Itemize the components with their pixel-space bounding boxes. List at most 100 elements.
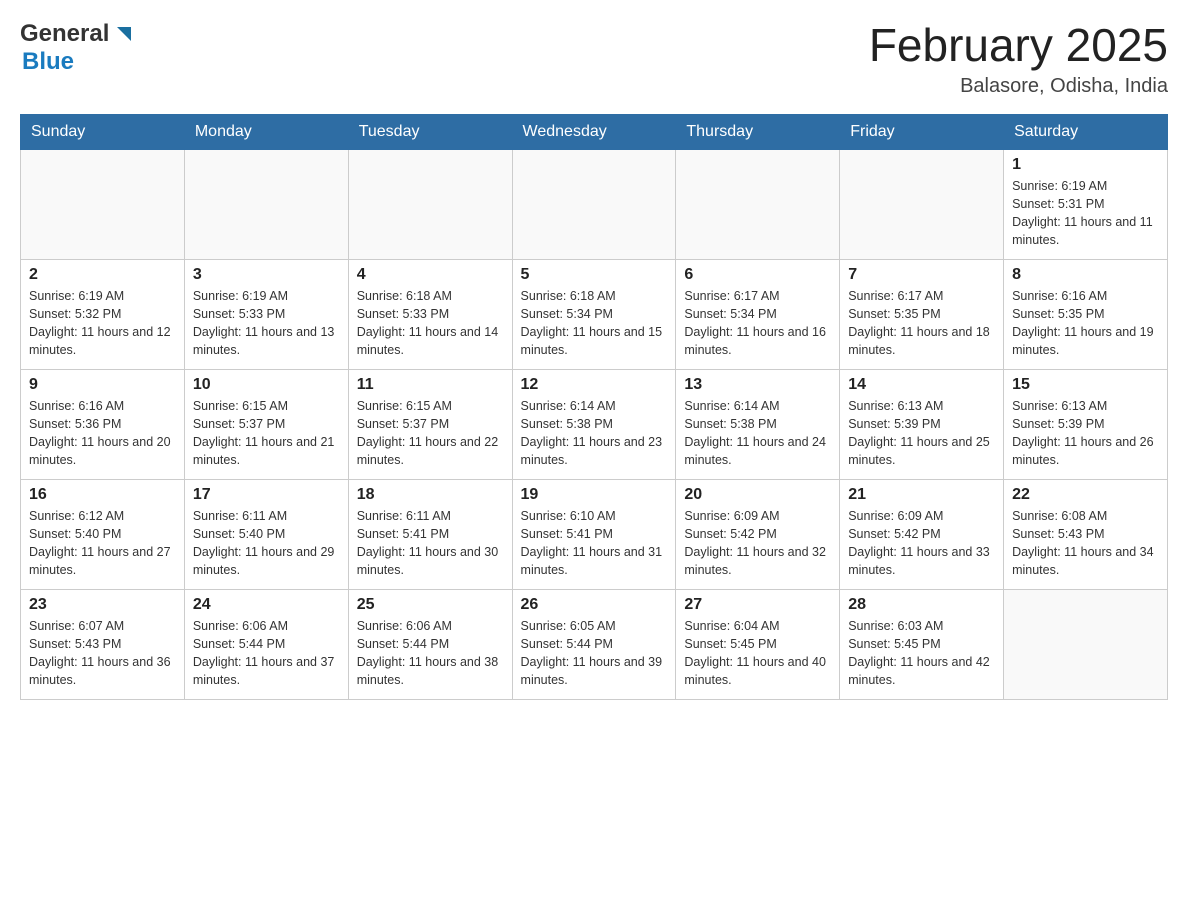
calendar-cell	[1004, 589, 1168, 699]
day-info: Sunrise: 6:17 AM Sunset: 5:35 PM Dayligh…	[848, 287, 995, 360]
day-number: 2	[29, 266, 176, 284]
calendar-cell	[840, 149, 1004, 259]
calendar-cell: 2 Sunrise: 6:19 AM Sunset: 5:32 PM Daylig…	[21, 259, 185, 369]
calendar-cell: 5Sunrise: 6:18 AM Sunset: 5:34 PM Daylig…	[512, 259, 676, 369]
day-number: 1	[1012, 156, 1159, 174]
calendar-header-wednesday: Wednesday	[512, 114, 676, 149]
day-info: Sunrise: 6:09 AM Sunset: 5:42 PM Dayligh…	[848, 507, 995, 580]
calendar-cell: 13 Sunrise: 6:14 AM Sunset: 5:38 PM Dayli…	[676, 369, 840, 479]
calendar-cell: 25Sunrise: 6:06 AM Sunset: 5:44 PM Dayli…	[348, 589, 512, 699]
day-number: 16	[29, 486, 176, 504]
calendar-cell: 11Sunrise: 6:15 AM Sunset: 5:37 PM Dayli…	[348, 369, 512, 479]
day-number: 23	[29, 596, 176, 614]
day-info: Sunrise: 6:19 AM Sunset: 5:33 PM Dayligh…	[193, 287, 340, 360]
calendar-cell: 24Sunrise: 6:06 AM Sunset: 5:44 PM Dayli…	[184, 589, 348, 699]
title-area: February 2025 Balasore, Odisha, India	[869, 20, 1168, 98]
logo-icon	[113, 23, 135, 45]
day-info: Sunrise: 6:15 AM Sunset: 5:37 PM Dayligh…	[193, 397, 340, 470]
day-number: 25	[357, 596, 504, 614]
calendar-cell: 16 Sunrise: 6:12 AM Sunset: 5:40 PM Dayli…	[21, 479, 185, 589]
calendar-cell: 9 Sunrise: 6:16 AM Sunset: 5:36 PM Daylig…	[21, 369, 185, 479]
calendar-week-3: 9 Sunrise: 6:16 AM Sunset: 5:36 PM Daylig…	[21, 369, 1168, 479]
day-number: 17	[193, 486, 340, 504]
calendar-cell: 18Sunrise: 6:11 AM Sunset: 5:41 PM Dayli…	[348, 479, 512, 589]
calendar-cell: 6 Sunrise: 6:17 AM Sunset: 5:34 PM Daylig…	[676, 259, 840, 369]
day-info: Sunrise: 6:19 AM Sunset: 5:32 PM Dayligh…	[29, 287, 176, 360]
day-info: Sunrise: 6:07 AM Sunset: 5:43 PM Dayligh…	[29, 617, 176, 690]
calendar-cell	[348, 149, 512, 259]
day-number: 6	[684, 266, 831, 284]
day-info: Sunrise: 6:09 AM Sunset: 5:42 PM Dayligh…	[684, 507, 831, 580]
calendar-cell: 17 Sunrise: 6:11 AM Sunset: 5:40 PM Dayli…	[184, 479, 348, 589]
day-number: 19	[521, 486, 668, 504]
day-number: 27	[684, 596, 831, 614]
day-info: Sunrise: 6:16 AM Sunset: 5:36 PM Dayligh…	[29, 397, 176, 470]
calendar-cell: 21 Sunrise: 6:09 AM Sunset: 5:42 PM Dayli…	[840, 479, 1004, 589]
calendar-cell: 3 Sunrise: 6:19 AM Sunset: 5:33 PM Daylig…	[184, 259, 348, 369]
calendar-week-2: 2 Sunrise: 6:19 AM Sunset: 5:32 PM Daylig…	[21, 259, 1168, 369]
day-info: Sunrise: 6:16 AM Sunset: 5:35 PM Dayligh…	[1012, 287, 1159, 360]
calendar-cell: 4 Sunrise: 6:18 AM Sunset: 5:33 PM Daylig…	[348, 259, 512, 369]
day-info: Sunrise: 6:13 AM Sunset: 5:39 PM Dayligh…	[848, 397, 995, 470]
day-info: Sunrise: 6:19 AM Sunset: 5:31 PM Dayligh…	[1012, 177, 1159, 250]
day-number: 3	[193, 266, 340, 284]
day-number: 22	[1012, 486, 1159, 504]
calendar-header-friday: Friday	[840, 114, 1004, 149]
day-info: Sunrise: 6:12 AM Sunset: 5:40 PM Dayligh…	[29, 507, 176, 580]
location-subtitle: Balasore, Odisha, India	[869, 75, 1168, 98]
calendar-cell: 7 Sunrise: 6:17 AM Sunset: 5:35 PM Daylig…	[840, 259, 1004, 369]
calendar-header-monday: Monday	[184, 114, 348, 149]
logo: General Blue	[20, 20, 135, 76]
day-number: 21	[848, 486, 995, 504]
day-info: Sunrise: 6:10 AM Sunset: 5:41 PM Dayligh…	[521, 507, 668, 580]
calendar-cell: 22 Sunrise: 6:08 AM Sunset: 5:43 PM Dayli…	[1004, 479, 1168, 589]
day-info: Sunrise: 6:11 AM Sunset: 5:40 PM Dayligh…	[193, 507, 340, 580]
day-number: 13	[684, 376, 831, 394]
calendar-cell	[676, 149, 840, 259]
calendar-cell: 12Sunrise: 6:14 AM Sunset: 5:38 PM Dayli…	[512, 369, 676, 479]
calendar-cell: 1 Sunrise: 6:19 AM Sunset: 5:31 PM Daylig…	[1004, 149, 1168, 259]
calendar-cell: 20 Sunrise: 6:09 AM Sunset: 5:42 PM Dayli…	[676, 479, 840, 589]
calendar-cell: 26 Sunrise: 6:05 AM Sunset: 5:44 PM Dayli…	[512, 589, 676, 699]
day-number: 20	[684, 486, 831, 504]
calendar-week-1: 1 Sunrise: 6:19 AM Sunset: 5:31 PM Daylig…	[21, 149, 1168, 259]
day-info: Sunrise: 6:17 AM Sunset: 5:34 PM Dayligh…	[684, 287, 831, 360]
day-number: 4	[357, 266, 504, 284]
calendar-cell: 27 Sunrise: 6:04 AM Sunset: 5:45 PM Dayli…	[676, 589, 840, 699]
calendar-header-thursday: Thursday	[676, 114, 840, 149]
calendar-header-tuesday: Tuesday	[348, 114, 512, 149]
calendar-cell	[184, 149, 348, 259]
calendar-cell: 28Sunrise: 6:03 AM Sunset: 5:45 PM Dayli…	[840, 589, 1004, 699]
month-title: February 2025	[869, 20, 1168, 71]
day-number: 14	[848, 376, 995, 394]
calendar-header-saturday: Saturday	[1004, 114, 1168, 149]
day-info: Sunrise: 6:13 AM Sunset: 5:39 PM Dayligh…	[1012, 397, 1159, 470]
calendar-cell	[512, 149, 676, 259]
calendar-cell: 23 Sunrise: 6:07 AM Sunset: 5:43 PM Dayli…	[21, 589, 185, 699]
day-info: Sunrise: 6:04 AM Sunset: 5:45 PM Dayligh…	[684, 617, 831, 690]
day-number: 7	[848, 266, 995, 284]
calendar-cell	[21, 149, 185, 259]
calendar-table: SundayMondayTuesdayWednesdayThursdayFrid…	[20, 114, 1168, 700]
logo-blue-text: Blue	[22, 48, 74, 76]
day-info: Sunrise: 6:14 AM Sunset: 5:38 PM Dayligh…	[521, 397, 668, 470]
day-info: Sunrise: 6:18 AM Sunset: 5:34 PM Dayligh…	[521, 287, 668, 360]
day-number: 15	[1012, 376, 1159, 394]
calendar-cell: 8 Sunrise: 6:16 AM Sunset: 5:35 PM Daylig…	[1004, 259, 1168, 369]
day-number: 9	[29, 376, 176, 394]
day-number: 8	[1012, 266, 1159, 284]
day-number: 24	[193, 596, 340, 614]
calendar-cell: 14 Sunrise: 6:13 AM Sunset: 5:39 PM Dayli…	[840, 369, 1004, 479]
day-info: Sunrise: 6:18 AM Sunset: 5:33 PM Dayligh…	[357, 287, 504, 360]
day-info: Sunrise: 6:14 AM Sunset: 5:38 PM Dayligh…	[684, 397, 831, 470]
calendar-cell: 10Sunrise: 6:15 AM Sunset: 5:37 PM Dayli…	[184, 369, 348, 479]
calendar-week-5: 23 Sunrise: 6:07 AM Sunset: 5:43 PM Dayli…	[21, 589, 1168, 699]
day-info: Sunrise: 6:05 AM Sunset: 5:44 PM Dayligh…	[521, 617, 668, 690]
day-info: Sunrise: 6:15 AM Sunset: 5:37 PM Dayligh…	[357, 397, 504, 470]
day-number: 26	[521, 596, 668, 614]
day-info: Sunrise: 6:03 AM Sunset: 5:45 PM Dayligh…	[848, 617, 995, 690]
page-header: General Blue February 2025 Balasore, Odi…	[20, 20, 1168, 98]
calendar-header-row: SundayMondayTuesdayWednesdayThursdayFrid…	[21, 114, 1168, 149]
day-info: Sunrise: 6:08 AM Sunset: 5:43 PM Dayligh…	[1012, 507, 1159, 580]
logo-general-text: General	[20, 20, 109, 48]
